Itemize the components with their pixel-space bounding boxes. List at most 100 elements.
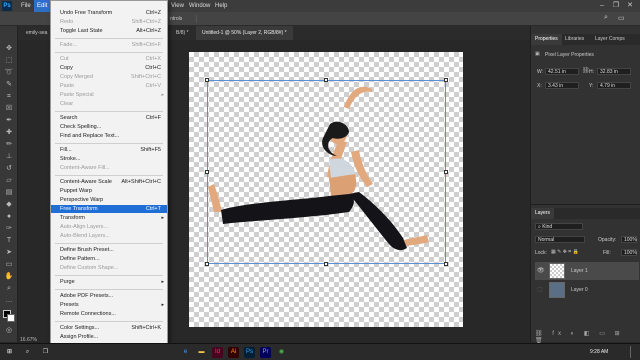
menu-item-assign-profile[interactable]: Assign Profile... bbox=[51, 333, 167, 341]
y-field[interactable]: 4.79 in bbox=[597, 82, 631, 89]
move-tool-icon[interactable]: ✥ bbox=[3, 44, 15, 53]
blend-mode-select[interactable]: Normal bbox=[535, 236, 585, 243]
pen-tool-icon[interactable]: ✑ bbox=[3, 224, 15, 233]
maximize-icon[interactable]: ❐ bbox=[610, 0, 622, 12]
menu-edit[interactable]: Edit bbox=[34, 0, 51, 12]
menu-item-copy[interactable]: Copy Ctrl+C bbox=[51, 64, 167, 72]
close-icon[interactable]: ✕ bbox=[624, 0, 636, 12]
lasso-tool-icon[interactable]: ➰ bbox=[3, 68, 15, 77]
w-field[interactable]: 42.51 in bbox=[545, 68, 579, 75]
menu-item-puppet-warp[interactable]: Puppet Warp bbox=[51, 187, 167, 195]
tab-properties[interactable]: Properties bbox=[531, 34, 562, 45]
menu-item-content-aware-scale[interactable]: Content-Aware Scale Alt+Shift+Ctrl+C bbox=[51, 178, 167, 186]
history-brush-icon[interactable]: ↺ bbox=[3, 164, 15, 173]
menu-item-auto-align-layers[interactable]: Auto-Align Layers... bbox=[51, 223, 167, 231]
menu-item-define-pattern[interactable]: Define Pattern... bbox=[51, 255, 167, 263]
background-color-swatch[interactable] bbox=[7, 314, 15, 322]
tab-untitled-1[interactable]: Untitled-1 @ 50% (Layer 2, RGB/8#) * bbox=[196, 26, 293, 40]
more-tools-icon[interactable]: … bbox=[3, 296, 15, 305]
menu-item-presets[interactable]: Presets ▸ bbox=[51, 301, 167, 309]
menu-item-free-transform[interactable]: Free Transform Ctrl+T bbox=[51, 205, 167, 213]
menu-item-search[interactable]: Search Ctrl+F bbox=[51, 114, 167, 122]
workspace-icon[interactable]: ▭ bbox=[618, 14, 628, 24]
menu-item-remote-connections[interactable]: Remote Connections... bbox=[51, 310, 167, 318]
search-icon[interactable]: ⌕ bbox=[604, 14, 614, 24]
brush-tool-icon[interactable]: ✏ bbox=[3, 140, 15, 149]
menu-help[interactable]: Help bbox=[212, 0, 230, 12]
menu-item-paste[interactable]: Paste Ctrl+V bbox=[51, 82, 167, 90]
marquee-tool-icon[interactable]: ⬚ bbox=[3, 56, 15, 65]
photoshop-icon[interactable]: Ps bbox=[244, 347, 255, 358]
chrome-icon[interactable]: ◉ bbox=[276, 347, 287, 358]
dodge-tool-icon[interactable]: ● bbox=[3, 212, 15, 221]
transform-handle-b[interactable] bbox=[324, 262, 328, 266]
menu-item-clear[interactable]: Clear bbox=[51, 100, 167, 108]
menu-item-find-and-replace-text[interactable]: Find and Replace Text... bbox=[51, 132, 167, 140]
task-view-icon[interactable]: ❐ bbox=[40, 347, 51, 358]
layer-actions-icons[interactable]: ⛓ fx ◐ ◧ ▭ ⊞ 🗑 bbox=[535, 330, 640, 344]
clock[interactable]: 9:28 AM bbox=[590, 349, 608, 355]
quick-select-icon[interactable]: ✎ bbox=[3, 80, 15, 89]
transform-handle-l[interactable] bbox=[205, 170, 209, 174]
menu-item-undo-free-transform[interactable]: Undo Free Transform Ctrl+Z bbox=[51, 9, 167, 17]
menu-file[interactable]: File bbox=[18, 0, 34, 12]
blur-tool-icon[interactable]: ◆ bbox=[3, 200, 15, 209]
menu-item-define-brush-preset[interactable]: Define Brush Preset... bbox=[51, 246, 167, 254]
hand-tool-icon[interactable]: ✋ bbox=[3, 272, 15, 281]
zoom-tool-icon[interactable]: ⌕ bbox=[3, 284, 15, 293]
menu-item-paste-special[interactable]: Paste Special ▸ bbox=[51, 91, 167, 99]
menu-window[interactable]: Window bbox=[186, 0, 213, 12]
transform-handle-tr[interactable] bbox=[444, 78, 448, 82]
lock-icons[interactable]: ▦ ✎ ✥ ⌗ 🔒 bbox=[551, 249, 579, 255]
transform-handle-bl[interactable] bbox=[205, 262, 209, 266]
tab-layers[interactable]: Layers bbox=[531, 208, 555, 219]
tab-layer-comps[interactable]: Layer Comps bbox=[591, 34, 629, 45]
menu-item-stroke[interactable]: Stroke... bbox=[51, 155, 167, 163]
layer-row[interactable]: 👁 Layer 1 bbox=[535, 262, 639, 280]
premiere-icon[interactable]: Pr bbox=[260, 347, 271, 358]
menu-item-content-aware-fill[interactable]: Content-Aware Fill... bbox=[51, 164, 167, 172]
visibility-eye-icon[interactable]: 👁 bbox=[537, 267, 545, 274]
path-select-icon[interactable]: ➤ bbox=[3, 248, 15, 257]
shape-tool-icon[interactable]: ▭ bbox=[3, 260, 15, 269]
menu-item-toggle-last-state[interactable]: Toggle Last State Alt+Ctrl+Z bbox=[51, 27, 167, 35]
show-desktop-button[interactable] bbox=[630, 346, 636, 358]
menu-item-adobe-pdf-presets[interactable]: Adobe PDF Presets... bbox=[51, 292, 167, 300]
menu-item-check-spelling[interactable]: Check Spelling... bbox=[51, 123, 167, 131]
opacity-field[interactable]: 100% bbox=[621, 236, 637, 243]
layer-name[interactable]: Layer 0 bbox=[571, 287, 588, 293]
indesign-icon[interactable]: Id bbox=[212, 347, 223, 358]
transform-handle-r[interactable] bbox=[444, 170, 448, 174]
explorer-icon[interactable]: ▬ bbox=[196, 347, 207, 358]
menu-item-fill[interactable]: Fill... Shift+F5 bbox=[51, 146, 167, 154]
menu-item-color-settings[interactable]: Color Settings... Shift+Ctrl+K bbox=[51, 324, 167, 332]
layer-filter-kind[interactable]: ⌕ Kind bbox=[535, 223, 583, 230]
menu-item-copy-merged[interactable]: Copy Merged Shift+Ctrl+C bbox=[51, 73, 167, 81]
tab-libraries[interactable]: Libraries bbox=[561, 34, 588, 45]
menu-item-redo[interactable]: Redo Shift+Ctrl+Z bbox=[51, 18, 167, 26]
edge-icon[interactable]: e bbox=[180, 347, 191, 358]
healing-brush-icon[interactable]: ✚ bbox=[3, 128, 15, 137]
tab-previous[interactable]: B/8) * bbox=[170, 26, 195, 40]
minimize-icon[interactable]: – bbox=[596, 0, 608, 12]
align-icons[interactable] bbox=[196, 15, 256, 23]
menu-item-perspective-warp[interactable]: Perspective Warp bbox=[51, 196, 167, 204]
type-tool-icon[interactable]: T bbox=[3, 236, 15, 245]
x-field[interactable]: 3.43 in bbox=[545, 82, 579, 89]
layer-row[interactable]: ▢ Layer 0 bbox=[535, 281, 639, 299]
windows-icon[interactable]: ⊞ bbox=[4, 347, 15, 358]
transform-handle-tl[interactable] bbox=[205, 78, 209, 82]
search-icon[interactable]: ⌕ bbox=[22, 347, 33, 358]
transform-handle-br[interactable] bbox=[444, 262, 448, 266]
tab-emily[interactable]: emily-sea bbox=[20, 26, 53, 40]
show-transform-controls-label[interactable]: ntrols bbox=[170, 16, 182, 22]
transform-bounding-box[interactable] bbox=[207, 80, 446, 264]
menu-view[interactable]: View bbox=[168, 0, 187, 12]
visibility-eye-icon[interactable]: ▢ bbox=[537, 286, 543, 293]
gradient-tool-icon[interactable]: ▤ bbox=[3, 188, 15, 197]
clone-stamp-icon[interactable]: ⊥ bbox=[3, 152, 15, 161]
layer-name[interactable]: Layer 1 bbox=[571, 268, 588, 274]
frame-tool-icon[interactable]: ☒ bbox=[3, 104, 15, 113]
menu-item-cut[interactable]: Cut Ctrl+X bbox=[51, 55, 167, 63]
transform-handle-t[interactable] bbox=[324, 78, 328, 82]
